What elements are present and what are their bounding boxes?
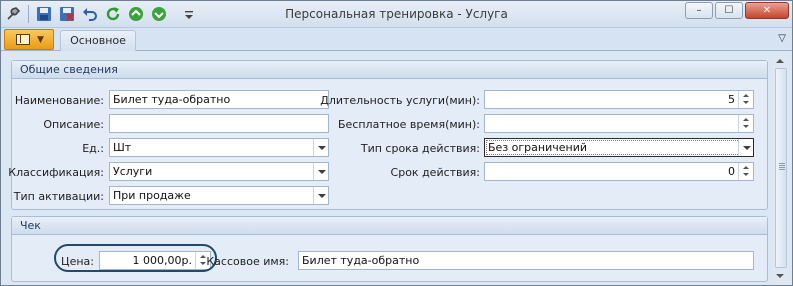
description-label: Описание: [43, 118, 104, 131]
duration-spinner[interactable] [738, 91, 753, 108]
unit-select[interactable]: Шт [109, 138, 329, 157]
window-controls: – ☐ ✕ [683, 2, 789, 19]
spin-down-icon[interactable] [743, 173, 749, 176]
activation-type-select[interactable]: При продаже [109, 186, 329, 205]
maximize-button[interactable]: ☐ [715, 2, 743, 19]
classification-select[interactable]: Услуги [109, 162, 329, 181]
unit-dropdown-icon[interactable] [313, 139, 328, 156]
validity-type-select[interactable]: Без ограничений [484, 138, 754, 157]
minimize-button[interactable]: – [685, 2, 713, 19]
scroll-down-icon[interactable] [776, 274, 784, 278]
toolbar-separator [28, 5, 29, 23]
settings-icon[interactable] [3, 4, 23, 24]
spin-up-icon[interactable] [200, 255, 206, 258]
refresh-icon[interactable] [103, 4, 123, 24]
duration-field[interactable]: 5 [484, 90, 754, 109]
free-time-field[interactable] [484, 114, 754, 133]
validity-label: Срок действия: [390, 166, 480, 179]
maximize-icon: ☐ [724, 5, 734, 16]
app-menu-icon [16, 34, 30, 45]
receipt-heading: Чек [12, 217, 767, 235]
description-field[interactable] [109, 114, 329, 133]
spin-up-icon[interactable] [743, 118, 749, 121]
classification-dropdown-icon[interactable] [313, 163, 328, 180]
navigate-down-icon[interactable] [149, 4, 169, 24]
validity-field[interactable]: 0 [484, 162, 754, 181]
scroll-thumb[interactable] [775, 68, 787, 268]
duration-value: 5 [728, 93, 735, 106]
close-button[interactable]: ✕ [745, 2, 789, 19]
chevron-down-icon: ▼ [37, 35, 44, 45]
classification-value: Услуги [113, 165, 153, 178]
activation-type-value: При продаже [113, 189, 191, 202]
tab-main[interactable]: Основное [60, 30, 136, 51]
spin-down-icon[interactable] [743, 125, 749, 128]
spin-down-icon[interactable] [200, 262, 206, 265]
app-menu-button[interactable]: ▼ [4, 29, 54, 50]
ribbon-collapse-icon[interactable]: ▽ [778, 33, 786, 44]
activation-type-label: Тип активации: [13, 190, 104, 203]
general-info-heading: Общие сведения [12, 61, 767, 79]
unit-label: Ед.: [82, 142, 104, 155]
price-label: Цена: [61, 255, 94, 268]
cash-name-field[interactable]: Билет туда-обратно [298, 251, 754, 270]
validity-type-value: Без ограничений [488, 141, 587, 154]
navigate-up-icon[interactable] [126, 4, 146, 24]
window: Персональная тренировка - Услуга – ☐ ✕ ▼… [0, 0, 793, 286]
validity-spinner[interactable] [738, 163, 753, 180]
name-field[interactable]: Билет туда-обратно [109, 90, 329, 109]
spin-up-icon[interactable] [743, 94, 749, 97]
quick-access-toolbar [3, 4, 199, 24]
title-bar: Персональная тренировка - Услуга – ☐ ✕ [1, 1, 792, 28]
unit-value: Шт [113, 141, 132, 154]
validity-type-label: Тип срока действия: [360, 142, 480, 155]
validity-value: 0 [728, 165, 735, 178]
scroll-up-icon[interactable] [776, 59, 784, 63]
duration-label: Длительность услуги(мин): [320, 94, 480, 107]
classification-label: Классификация: [8, 166, 104, 179]
free-time-label: Бесплатное время(мин): [338, 118, 480, 131]
free-time-spinner[interactable] [738, 115, 753, 132]
receipt-group: Чек [11, 216, 768, 282]
minimize-icon: – [696, 5, 702, 16]
spin-down-icon[interactable] [743, 101, 749, 104]
undo-icon[interactable] [80, 4, 100, 24]
close-icon: ✕ [762, 5, 772, 16]
grip-icon [779, 163, 785, 164]
validity-type-dropdown-icon[interactable] [738, 139, 753, 156]
name-label: Наименование: [14, 94, 104, 107]
save-icon[interactable] [34, 4, 54, 24]
spin-up-icon[interactable] [743, 166, 749, 169]
price-field[interactable]: 1 000,00р. [99, 251, 211, 270]
save-close-icon[interactable] [57, 4, 77, 24]
cash-name-label: Кассовое имя: [206, 255, 289, 268]
form-content: Общие сведения Наименование: Билет туда-… [2, 52, 791, 285]
price-value: 1 000,00р. [132, 254, 192, 267]
activation-type-dropdown-icon[interactable] [313, 187, 328, 204]
vertical-scrollbar[interactable] [773, 56, 789, 281]
ribbon-tab-strip: ▼ Основное ▽ [1, 28, 792, 51]
customize-dropdown-icon[interactable] [182, 4, 196, 24]
